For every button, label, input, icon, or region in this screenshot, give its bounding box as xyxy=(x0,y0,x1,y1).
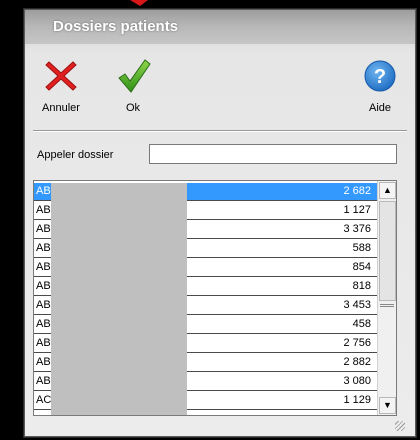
patient-records-list[interactable]: AC 1 129 AB 3 080 AB 2 882 AB 2 756 AB 458 AB 3 453… xyxy=(33,180,397,416)
record-code: AB xyxy=(36,223,51,235)
cancel-x-icon xyxy=(45,61,77,91)
scroll-thumb-grip xyxy=(380,304,394,305)
list-scrollbar[interactable]: ▲ ▼ xyxy=(377,181,396,415)
scroll-thumb[interactable] xyxy=(379,201,396,301)
record-code: AB xyxy=(36,204,51,216)
record-code: AB xyxy=(36,185,51,197)
status-bar xyxy=(33,420,409,434)
record-code: AC xyxy=(36,394,52,406)
cancel-button[interactable]: Annuler xyxy=(31,56,91,114)
toolbar-divider xyxy=(33,130,407,132)
record-count: 2 882 xyxy=(343,356,371,368)
record-code: AB xyxy=(36,242,51,254)
scroll-down-button[interactable]: ▼ xyxy=(379,397,396,414)
record-code: AB xyxy=(36,337,51,349)
record-code: AB xyxy=(36,299,51,311)
record-code: AB xyxy=(36,261,51,273)
title-bar[interactable]: Dossiers patients xyxy=(25,10,415,44)
record-code: AB xyxy=(36,280,51,292)
toolbar: Annuler Ok ? Aide xyxy=(25,44,415,124)
record-count: 588 xyxy=(352,242,371,254)
scroll-up-button[interactable]: ▲ xyxy=(379,182,396,199)
record-count: 3 453 xyxy=(343,299,371,311)
help-button[interactable]: ? Aide xyxy=(350,56,410,114)
record-count: 2 682 xyxy=(343,185,371,197)
scroll-thumb-grip xyxy=(380,306,394,307)
ok-button[interactable]: Ok xyxy=(103,56,163,114)
svg-text:?: ? xyxy=(374,66,386,88)
cancel-label: Annuler xyxy=(42,102,80,114)
record-count: 1 129 xyxy=(343,394,371,406)
help-label: Aide xyxy=(368,102,392,114)
patient-records-window: Dossiers patients Annuler Ok ? Aide Appe… xyxy=(24,9,416,437)
help-question-icon: ? xyxy=(364,60,396,92)
red-arrow-fragment xyxy=(130,0,148,6)
record-count: 458 xyxy=(352,318,371,330)
window-title: Dossiers patients xyxy=(53,18,179,35)
ok-label: Ok xyxy=(125,102,141,114)
record-count: 2 756 xyxy=(343,337,371,349)
record-code: AB xyxy=(36,318,51,330)
redaction-overlay xyxy=(51,183,187,415)
record-count: 1 127 xyxy=(343,204,371,216)
record-code: AB xyxy=(36,375,51,387)
record-count: 854 xyxy=(352,261,371,273)
resize-grip[interactable] xyxy=(395,421,405,431)
ok-checkmark-icon xyxy=(118,59,151,93)
record-count: 3 080 xyxy=(343,375,371,387)
record-count: 3 376 xyxy=(343,223,371,235)
call-record-label: Appeler dossier xyxy=(37,149,114,161)
record-count: 818 xyxy=(352,280,371,292)
call-record-input[interactable] xyxy=(149,144,397,164)
record-code: AB xyxy=(36,356,51,368)
